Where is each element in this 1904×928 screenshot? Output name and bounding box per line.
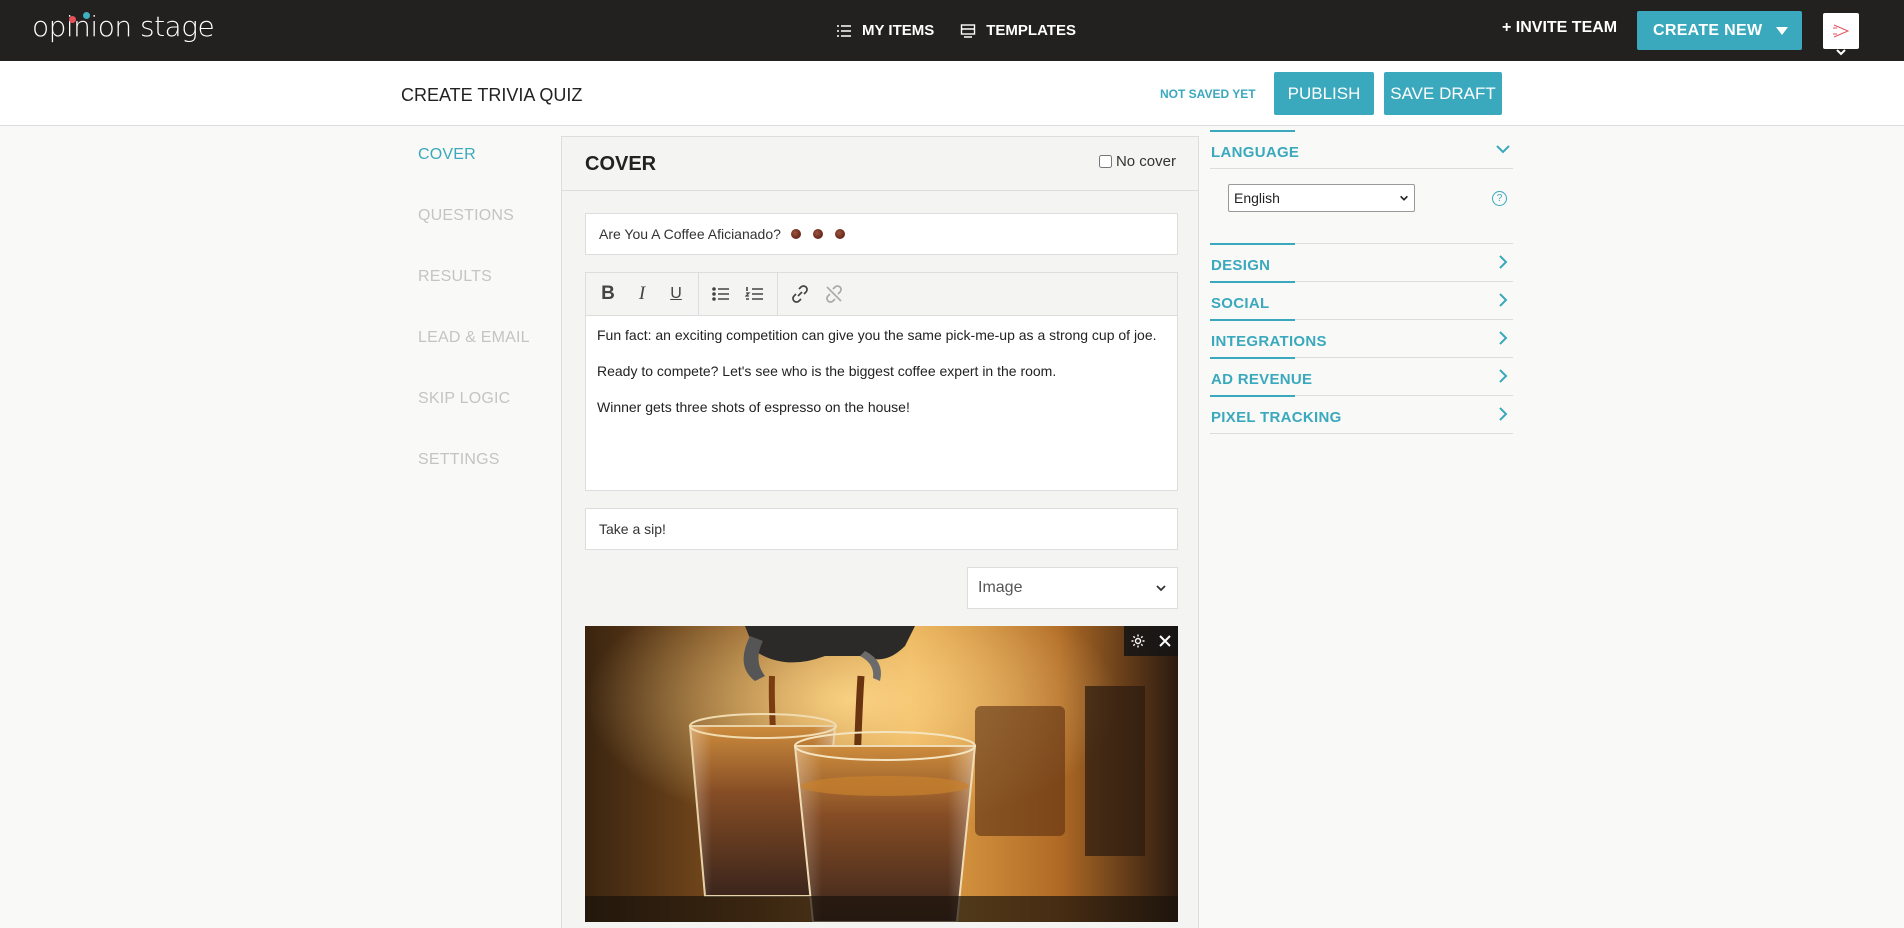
language-section-header[interactable]: LANGUAGE xyxy=(1210,130,1513,169)
section-accent-bar xyxy=(1210,130,1295,132)
start-button-text-input[interactable]: Take a sip! xyxy=(585,508,1178,550)
pixel-tracking-section-header[interactable]: PIXEL TRACKING xyxy=(1210,395,1513,434)
sidebar-item-lead-email[interactable]: LEAD & EMAIL xyxy=(418,329,530,390)
top-nav: opinion stage MY ITEMS TEMPLATES + INVIT… xyxy=(0,0,1904,61)
section-accent-bar xyxy=(1210,357,1295,359)
opinion-stage-logo[interactable]: opinion stage xyxy=(32,10,215,43)
no-cover-checkbox[interactable] xyxy=(1098,155,1112,168)
chevron-down-icon xyxy=(1156,585,1166,592)
save-status: NOT SAVED YET xyxy=(1160,87,1256,101)
sidebar-item-settings[interactable]: SETTINGS xyxy=(418,451,530,512)
cover-heading: COVER xyxy=(585,153,657,175)
sidebar-item-results[interactable]: RESULTS xyxy=(418,268,530,329)
cover-image xyxy=(585,626,1178,922)
bullet-list-button[interactable] xyxy=(705,278,737,310)
list-icon xyxy=(837,24,851,37)
image-controls xyxy=(1124,626,1178,656)
sidebar-item-questions[interactable]: QUESTIONS xyxy=(418,207,530,268)
unlink-icon xyxy=(826,285,842,303)
chevron-right-icon xyxy=(1499,407,1508,421)
help-icon[interactable]: ? xyxy=(1492,191,1507,206)
nav-center: MY ITEMS TEMPLATES xyxy=(836,0,1076,61)
sidebar-item-skip-logic[interactable]: SKIP LOGIC xyxy=(418,390,530,451)
description-paragraph: Fun fact: an exciting competition can gi… xyxy=(597,327,1157,343)
description-text[interactable]: Fun fact: an exciting competition can gi… xyxy=(586,316,1177,444)
bold-button[interactable]: B xyxy=(592,278,624,310)
create-new-button[interactable]: CREATE NEW xyxy=(1637,11,1802,50)
cover-title-input[interactable]: Are You A Coffee Aficianado? xyxy=(585,213,1178,255)
chevron-down-icon[interactable] xyxy=(1834,45,1848,59)
page-title: CREATE TRIVIA QUIZ xyxy=(401,85,583,105)
chevron-right-icon xyxy=(1499,369,1508,383)
templates-link[interactable]: TEMPLATES xyxy=(960,22,1076,39)
sidebar-item-cover[interactable]: COVER xyxy=(418,146,530,207)
ad-revenue-section-header[interactable]: AD REVENUE xyxy=(1210,357,1513,396)
settings-panel: LANGUAGE English ? DESIGN SOCIAL INTEGRA… xyxy=(1210,130,1513,434)
editor-header: CREATE TRIVIA QUIZ NOT SAVED YET PUBLISH… xyxy=(0,61,1904,126)
cover-panel-header: COVER No cover xyxy=(562,137,1198,191)
chevron-right-icon xyxy=(1499,331,1508,345)
media-type-select[interactable]: Image xyxy=(967,567,1178,609)
description-paragraph: Winner gets three shots of espresso on t… xyxy=(597,399,910,415)
link-icon xyxy=(792,285,808,303)
link-button[interactable] xyxy=(784,278,816,310)
section-accent-bar xyxy=(1210,395,1295,397)
gear-icon[interactable] xyxy=(1130,633,1146,649)
description-editor[interactable]: B I U Fun fact: an exciting competition … xyxy=(585,272,1178,491)
design-section-header[interactable]: DESIGN xyxy=(1210,243,1513,282)
cover-panel: COVER No cover Are You A Coffee Aficiana… xyxy=(561,136,1199,928)
format-group: B I U xyxy=(586,273,699,315)
description-paragraph: Ready to compete? Let's see who is the b… xyxy=(597,363,1057,379)
close-icon[interactable] xyxy=(1157,633,1173,649)
section-accent-bar xyxy=(1210,319,1295,321)
section-accent-bar xyxy=(1210,281,1295,283)
integrations-section-header[interactable]: INTEGRATIONS xyxy=(1210,319,1513,358)
section-accent-bar xyxy=(1210,243,1295,245)
invite-team-link[interactable]: + INVITE TEAM xyxy=(1502,19,1617,37)
play-logo-icon xyxy=(1833,24,1850,38)
dropdown-caret-icon xyxy=(1776,26,1789,35)
language-select[interactable]: English xyxy=(1228,184,1415,212)
underline-button[interactable]: U xyxy=(660,278,692,310)
chevron-right-icon xyxy=(1499,293,1508,307)
language-section-body: English ? xyxy=(1210,169,1513,244)
link-group xyxy=(778,273,856,315)
chevron-down-icon xyxy=(1400,195,1408,201)
my-items-link[interactable]: MY ITEMS xyxy=(836,22,934,39)
unlink-button[interactable] xyxy=(818,278,850,310)
editor-toolbar: B I U xyxy=(586,273,1177,316)
numbered-list-button[interactable] xyxy=(739,278,771,310)
save-draft-button[interactable]: SAVE DRAFT xyxy=(1384,72,1502,115)
espresso-photo xyxy=(585,626,1178,922)
list-group xyxy=(699,273,778,315)
coffee-bean-emoji xyxy=(790,229,801,239)
bullet-list-icon xyxy=(712,287,729,301)
chevron-right-icon xyxy=(1499,255,1508,269)
chevron-down-icon xyxy=(1496,145,1510,154)
numbered-list-icon xyxy=(745,287,763,300)
avatar[interactable] xyxy=(1823,13,1859,49)
no-cover-option[interactable]: No cover xyxy=(1098,153,1176,170)
editor-sidebar: COVER QUESTIONS RESULTS LEAD & EMAIL SKI… xyxy=(418,146,530,512)
italic-button[interactable]: I xyxy=(626,278,658,310)
templates-icon xyxy=(961,23,976,38)
social-section-header[interactable]: SOCIAL xyxy=(1210,281,1513,320)
coffee-bean-emoji xyxy=(834,229,845,239)
coffee-bean-emoji xyxy=(812,229,823,239)
publish-button[interactable]: PUBLISH xyxy=(1274,72,1374,115)
